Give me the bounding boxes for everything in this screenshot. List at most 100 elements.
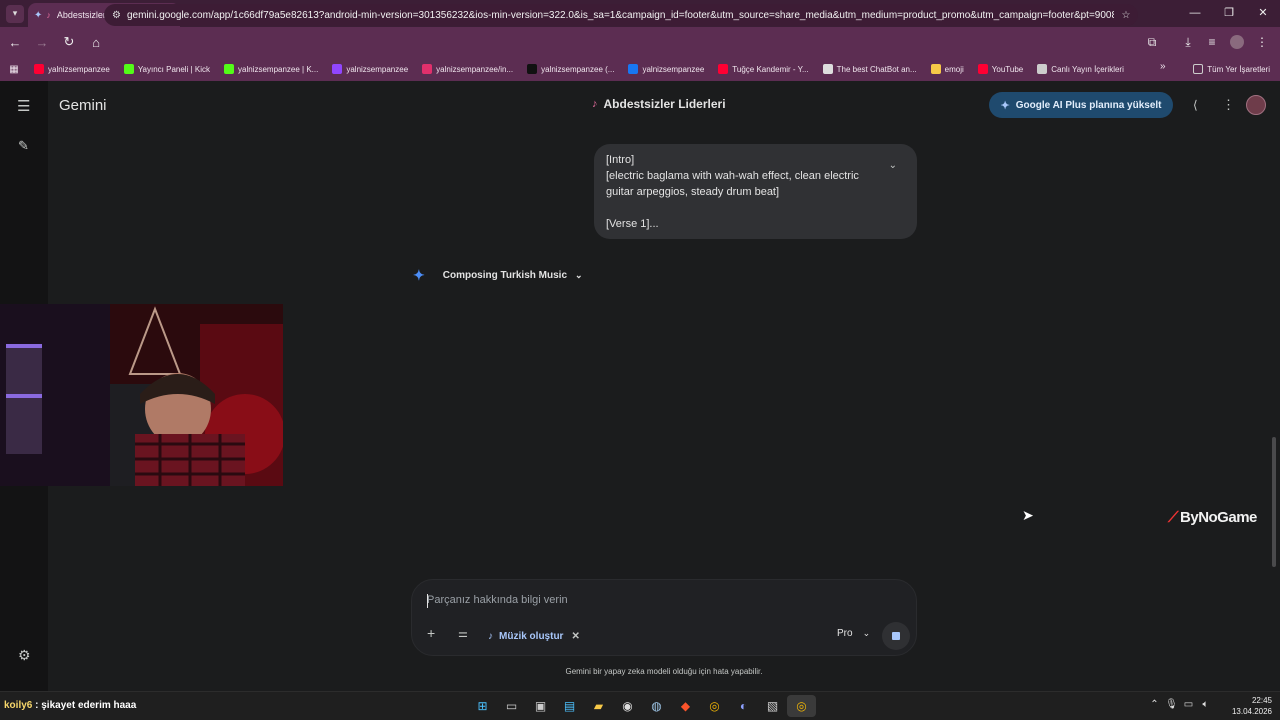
chatbot-icon bbox=[822, 64, 833, 74]
chevron-up-icon[interactable]: ⌃ bbox=[1146, 699, 1163, 710]
tools-icon[interactable]: ⚌ bbox=[458, 627, 468, 640]
music-chip-label: Müzik oluştur bbox=[499, 630, 564, 642]
bookmark-star-icon[interactable]: ☆ bbox=[1114, 10, 1138, 21]
twitch-icon bbox=[332, 64, 343, 74]
hamburger-menu-icon[interactable]: ☰ bbox=[17, 97, 30, 115]
all-bookmarks[interactable]: Tüm Yer İşaretleri bbox=[1193, 64, 1270, 74]
message-line: guitar arpeggios, steady drum beat] bbox=[606, 186, 780, 198]
task-view-icon[interactable]: ▭ bbox=[497, 695, 526, 717]
discord-icon[interactable]: ◐ bbox=[729, 695, 758, 717]
youtube-icon bbox=[34, 64, 44, 74]
bookmark-item[interactable]: yalnizsempanzee bbox=[34, 64, 110, 74]
file-explorer-icon[interactable]: ▰ bbox=[584, 695, 613, 717]
site-info-icon[interactable]: ⚙ bbox=[112, 10, 121, 21]
expand-chevron-icon[interactable]: ⌄ bbox=[889, 158, 897, 174]
extensions-icon[interactable]: ⧉ bbox=[1140, 35, 1164, 50]
music-tool-chip[interactable]: ♪ Müzik oluştur ✕ bbox=[488, 626, 580, 646]
bookmark-label: YouTube bbox=[991, 64, 1024, 74]
gemini-brand[interactable]: Gemini bbox=[59, 97, 107, 114]
forward-button[interactable]: → bbox=[30, 35, 54, 50]
start-icon[interactable]: ⊞ bbox=[468, 695, 497, 717]
system-clock[interactable]: 22:45 13.04.2026 bbox=[1222, 695, 1272, 717]
new-chat-icon[interactable]: ✎ bbox=[18, 138, 29, 154]
bookmark-item[interactable]: Tuğçe Kandemir - Y... bbox=[718, 64, 809, 74]
home-button[interactable]: ⌂ bbox=[84, 35, 108, 50]
bookmark-item[interactable]: yalnizsempanzee (... bbox=[527, 64, 614, 74]
steam-icon[interactable]: ◍ bbox=[642, 695, 671, 717]
bookmark-item[interactable]: The best ChatBot an... bbox=[822, 64, 917, 74]
bookmark-label: yalnizsempanzee bbox=[48, 64, 110, 74]
bookmark-label: Yayıncı Paneli | Kick bbox=[137, 64, 210, 74]
bookmark-item[interactable]: Yayıncı Paneli | Kick bbox=[123, 64, 210, 74]
window-controls: — ❐ ✕ bbox=[1178, 0, 1280, 27]
bookmark-label: Tuğçe Kandemir - Y... bbox=[732, 64, 809, 74]
close-window-button[interactable]: ✕ bbox=[1246, 0, 1280, 27]
chrome-canary-icon[interactable]: ◎ bbox=[700, 695, 729, 717]
display-icon[interactable]: ▭ bbox=[1180, 699, 1197, 710]
watermark-logo: ⟋ ByNoGame bbox=[1168, 509, 1257, 526]
brave-icon[interactable]: ◆ bbox=[671, 695, 700, 717]
account-avatar[interactable] bbox=[1246, 95, 1266, 115]
add-attachment-icon[interactable]: + bbox=[427, 625, 435, 641]
bookmark-item[interactable]: yalnizsempanzee bbox=[332, 64, 408, 74]
folder-icon bbox=[1037, 64, 1048, 74]
address-bar[interactable]: ⚙ gemini.google.com/app/1c66df79a5e82613… bbox=[104, 4, 1138, 26]
message-line bbox=[606, 200, 905, 216]
bookmarks-bar: ▦ yalnizsempanzee Yayıncı Paneli | Kick ya… bbox=[0, 57, 1280, 81]
app-icon[interactable]: ▧ bbox=[758, 695, 787, 717]
bookmark-item[interactable]: yalnizsempanzee bbox=[628, 64, 704, 74]
instagram-icon bbox=[422, 64, 433, 74]
bookmark-label: The best ChatBot an... bbox=[836, 64, 917, 74]
restore-button[interactable]: ❐ bbox=[1212, 0, 1246, 27]
browser-toolbar: ← → ↻ ⌂ bbox=[0, 27, 1280, 57]
taskbar-apps: ⊞ ▭ ▣ ▤ ▰ ◉ ◍ ◆ ◎ ◐ ▧ ◎ bbox=[468, 695, 816, 717]
apps-grid-icon[interactable]: ▦ bbox=[0, 64, 28, 75]
tab-search-button[interactable]: ▾ bbox=[6, 4, 24, 23]
all-bookmarks-label: Tüm Yer İşaretleri bbox=[1207, 64, 1270, 74]
bookmark-item[interactable]: Canlı Yayın İçerikleri bbox=[1037, 64, 1124, 74]
profile-avatar[interactable] bbox=[1230, 35, 1244, 49]
microphone-icon[interactable]: 🎙︎ bbox=[1163, 699, 1180, 710]
conversation-title[interactable]: ♪ Abdestsizler Liderleri bbox=[592, 97, 726, 111]
bookmark-item[interactable]: emoji bbox=[930, 64, 964, 74]
settings-gear-icon[interactable]: ⚙ bbox=[18, 647, 31, 664]
youtube-icon bbox=[977, 64, 988, 74]
store-icon[interactable]: ▤ bbox=[555, 695, 584, 717]
bookmark-item[interactable]: YouTube bbox=[977, 64, 1024, 74]
app-icon[interactable]: ▣ bbox=[526, 695, 555, 717]
remove-chip-icon[interactable]: ✕ bbox=[571, 631, 579, 642]
obs-icon[interactable]: ◉ bbox=[613, 695, 642, 717]
volume-icon[interactable]: 🔈︎ bbox=[1197, 699, 1214, 710]
downloads-icon[interactable]: ⤓ bbox=[1176, 35, 1200, 50]
bookmark-label: yalnizsempanzee (... bbox=[541, 64, 615, 74]
more-bookmarks-icon[interactable]: » bbox=[1160, 61, 1166, 72]
model-selector[interactable]: Pro ⌄ bbox=[837, 628, 870, 639]
bookmark-item[interactable]: yalnizsempanzee | K... bbox=[224, 64, 318, 74]
bookmark-label: yalnizsempanzee/in... bbox=[436, 64, 514, 74]
logo-mark-icon: ⟋ bbox=[1168, 509, 1179, 526]
reload-button[interactable]: ↻ bbox=[57, 34, 81, 50]
minimize-button[interactable]: — bbox=[1178, 0, 1212, 27]
back-button[interactable]: ← bbox=[3, 35, 27, 50]
thinking-indicator[interactable]: ✦ Composing Turkish Music ⌄ bbox=[413, 267, 583, 284]
share-icon[interactable]: ⟨ bbox=[1193, 98, 1198, 112]
more-options-icon[interactable]: ⋮ bbox=[1222, 97, 1235, 113]
prompt-input[interactable]: Parçanız hakkında bilgi verin bbox=[427, 594, 568, 606]
kick-icon bbox=[224, 64, 234, 74]
scrollbar[interactable] bbox=[1272, 437, 1276, 567]
webcam-overlay bbox=[0, 304, 283, 486]
reading-list-icon[interactable]: ≡ bbox=[1200, 35, 1224, 49]
facebook-icon bbox=[628, 64, 639, 74]
bookmark-item[interactable]: yalnizsempanzee/in... bbox=[422, 64, 513, 74]
upgrade-button[interactable]: ✦ Google AI Plus planına yükselt bbox=[989, 92, 1173, 118]
bookmark-label: Canlı Yayın İçerikleri bbox=[1051, 64, 1124, 74]
chrome-icon[interactable]: ◎ bbox=[787, 695, 816, 717]
bookmark-label: yalnizsempanzee bbox=[346, 64, 409, 74]
model-label: Pro bbox=[837, 628, 853, 639]
youtube-icon bbox=[718, 64, 729, 74]
user-message-bubble: [Intro] [electric baglama with wah-wah e… bbox=[594, 144, 917, 239]
browser-menu-icon[interactable]: ⋮ bbox=[1250, 35, 1274, 49]
stop-generation-button[interactable] bbox=[882, 622, 910, 650]
watermark-text: ByNoGame bbox=[1180, 509, 1257, 526]
bookmark-label: yalnizsempanzee bbox=[642, 64, 705, 74]
